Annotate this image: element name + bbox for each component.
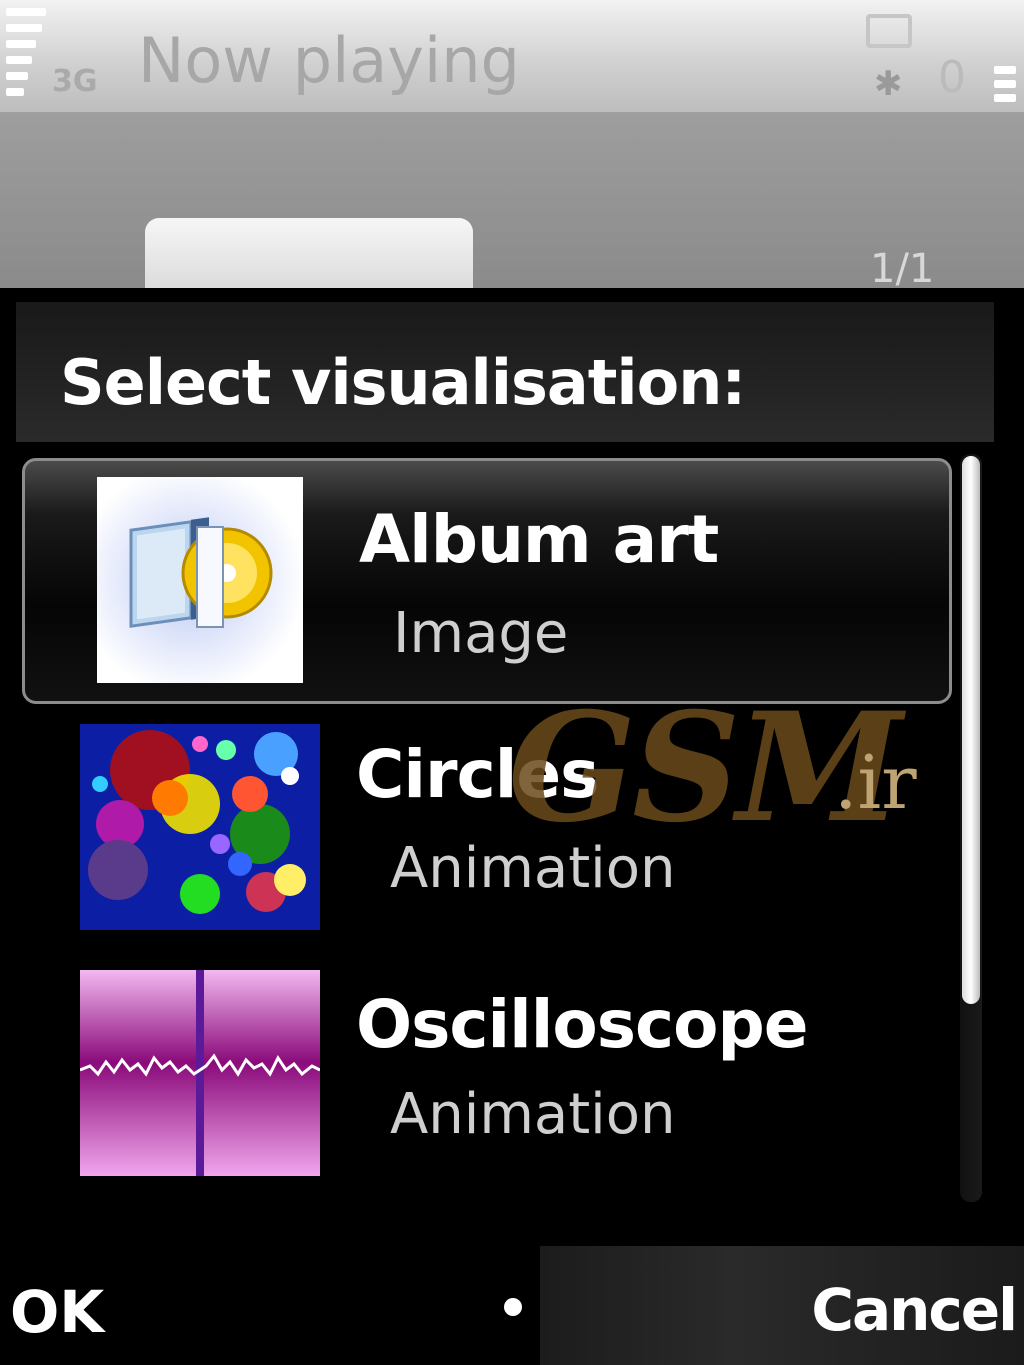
cancel-softkey[interactable]: Cancel	[811, 1276, 1018, 1344]
screen-title: Now playing	[138, 24, 520, 97]
item-subtitle: Animation	[390, 1082, 676, 1147]
track-position: 1/1	[870, 246, 935, 292]
item-title: Album art	[359, 501, 719, 578]
dialog-header: Select visualisation:	[16, 302, 994, 442]
status-bar: 3G Now playing ✱ 0	[0, 0, 1024, 112]
battery-icon	[994, 66, 1016, 110]
list-item-album-art[interactable]: Album art Image	[22, 458, 952, 704]
ok-softkey[interactable]: OK	[10, 1278, 104, 1346]
oscilloscope-icon	[80, 970, 320, 1176]
dialog-title: Select visualisation:	[60, 346, 746, 419]
album-art-icon	[97, 477, 303, 683]
list-item-oscilloscope[interactable]: Oscilloscope Animation	[22, 958, 952, 1204]
album-art-frame	[145, 218, 473, 294]
bluetooth-icon: ✱	[874, 64, 903, 104]
scrollbar-thumb[interactable]	[962, 456, 980, 1004]
signal-strength-icon	[6, 8, 46, 108]
watermark-suffix: .ir	[834, 740, 917, 826]
network-type-label: 3G	[52, 64, 98, 99]
message-count: 0	[938, 52, 966, 103]
item-title: Oscilloscope	[356, 986, 808, 1063]
softkey-bar: OK Cancel	[0, 1246, 1024, 1365]
circles-icon	[80, 724, 320, 930]
item-subtitle: Image	[393, 601, 569, 666]
select-dot-icon[interactable]	[504, 1298, 522, 1316]
keyboard-icon	[866, 14, 912, 48]
